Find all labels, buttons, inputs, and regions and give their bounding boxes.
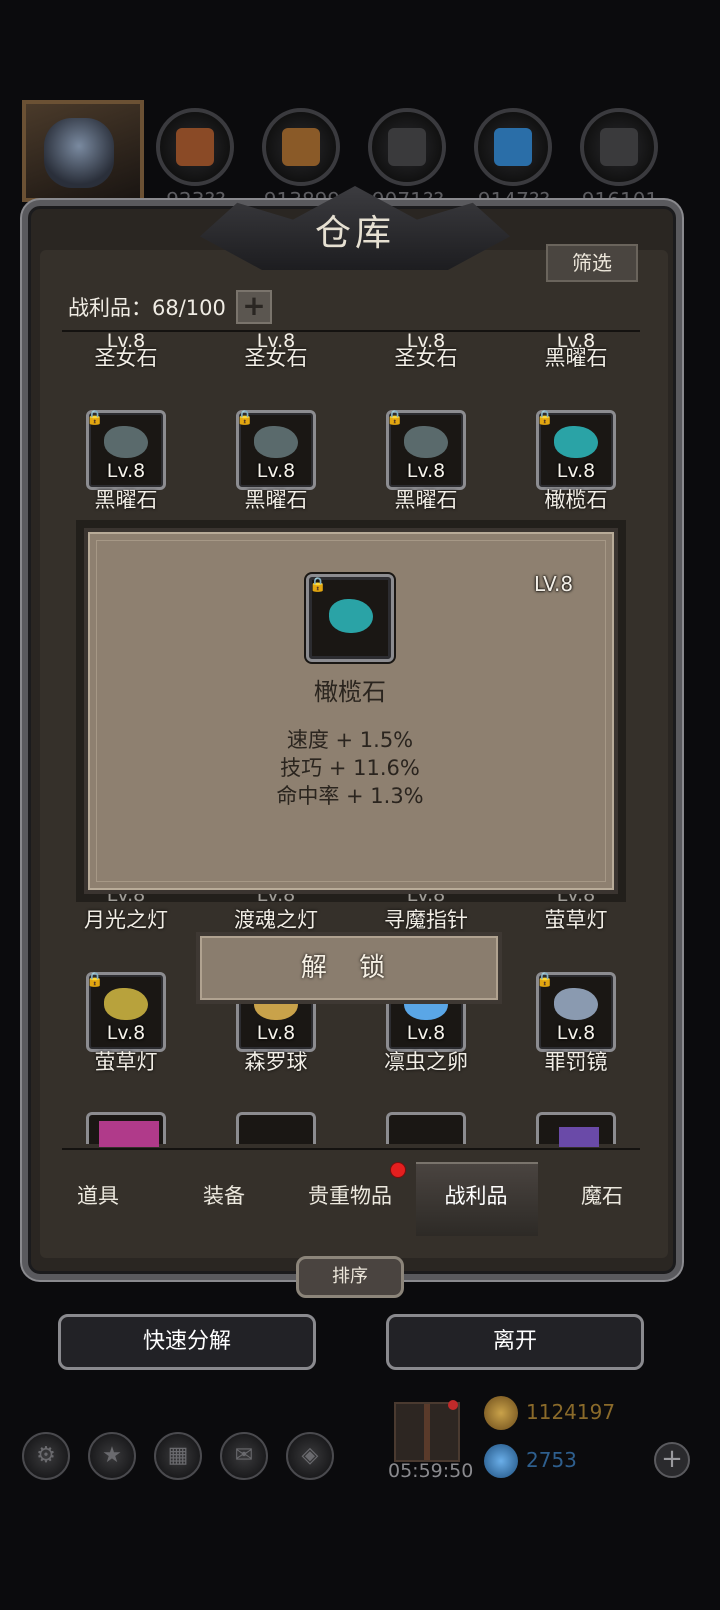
mirror-icon bbox=[554, 988, 598, 1020]
sort-button[interactable]: 排序 bbox=[296, 1256, 404, 1298]
lock-icon: 🔒 bbox=[86, 972, 104, 988]
tab-equipment[interactable]: 装备 bbox=[164, 1180, 284, 1210]
loot-count: 战利品：68/100 bbox=[68, 296, 226, 320]
item-level: Lv.8 bbox=[556, 460, 596, 482]
item-level: Lv.8 bbox=[106, 1022, 146, 1044]
item-name: 萤草灯 bbox=[94, 1050, 158, 1074]
popup-level: LV.8 bbox=[534, 572, 574, 596]
item-name: 萤草灯 bbox=[544, 908, 608, 932]
olivine-icon bbox=[554, 426, 598, 458]
inventory-slot[interactable]: 🔒 Lv.8 bbox=[86, 410, 166, 490]
expand-capacity-button[interactable]: + bbox=[236, 290, 272, 324]
lantern-icon bbox=[104, 988, 148, 1020]
lock-icon: 🔒 bbox=[386, 410, 404, 426]
inventory-slot[interactable]: 🔒 Lv.8 bbox=[536, 972, 616, 1052]
resource-orb-5[interactable] bbox=[580, 108, 658, 186]
quick-decompose-button[interactable]: 快速分解 bbox=[58, 1314, 316, 1370]
lock-icon: 🔒 bbox=[536, 972, 554, 988]
item-name: 渡魂之灯 bbox=[234, 908, 318, 932]
achievement-icon[interactable]: ★ bbox=[88, 1432, 136, 1480]
stat-line: 技巧 + 11.6% bbox=[280, 756, 420, 780]
gem-amount: 2753 bbox=[526, 1448, 577, 1472]
stat-line: 速度 + 1.5% bbox=[286, 728, 414, 752]
unlock-button[interactable]: 解 锁 bbox=[196, 932, 502, 1004]
page-title: 仓库 bbox=[314, 213, 395, 254]
stat-line: 命中率 + 1.3% bbox=[276, 784, 424, 808]
guild-icon[interactable]: ▦ bbox=[154, 1432, 202, 1480]
player-avatar[interactable] bbox=[22, 100, 144, 202]
gold-coin-icon bbox=[484, 1396, 518, 1430]
lock-icon: 🔒 bbox=[86, 410, 104, 426]
inventory-slot[interactable]: 🔒 Lv.8 bbox=[86, 972, 166, 1052]
lock-icon: 🔒 bbox=[536, 410, 554, 426]
item-name: 凛虫之卵 bbox=[384, 1050, 468, 1074]
inventory-slot[interactable] bbox=[86, 1112, 166, 1147]
lock-icon: 🔒 bbox=[236, 410, 254, 426]
item-name: 罪罚镜 bbox=[544, 1050, 608, 1074]
item-name: 橄榄石 bbox=[544, 488, 608, 512]
map-icon[interactable]: ◈ bbox=[286, 1432, 334, 1480]
item-level: Lv.8 bbox=[256, 1022, 296, 1044]
leave-button[interactable]: 离开 bbox=[386, 1314, 644, 1370]
item-level: Lv.8 bbox=[256, 460, 296, 482]
inventory-slot[interactable] bbox=[536, 1112, 616, 1147]
bottom-divider bbox=[62, 1148, 640, 1150]
inventory-slot[interactable]: 🔒 Lv.8 bbox=[386, 410, 466, 490]
obsidian-icon bbox=[104, 426, 148, 458]
gift-icon[interactable] bbox=[394, 1400, 460, 1462]
gift-timer: 05:59:50 bbox=[388, 1460, 474, 1482]
item-name: 圣女石 bbox=[394, 346, 458, 370]
item-name: 寻魔指针 bbox=[384, 908, 468, 932]
filter-button[interactable]: 筛选 bbox=[546, 244, 638, 282]
item-level: Lv.8 bbox=[406, 460, 446, 482]
inventory-slot[interactable] bbox=[236, 1112, 316, 1144]
tab-magic-stones[interactable]: 魔石 bbox=[542, 1180, 662, 1210]
tab-items[interactable]: 道具 bbox=[38, 1180, 158, 1210]
mail-icon[interactable]: ✉ bbox=[220, 1432, 268, 1480]
lock-icon: 🔒 bbox=[309, 577, 327, 593]
resource-orb-2[interactable] bbox=[262, 108, 340, 186]
resource-orb-1[interactable] bbox=[156, 108, 234, 186]
item-name: 黑曜石 bbox=[544, 346, 608, 370]
inventory-slot-selected[interactable]: 🔒 Lv.8 bbox=[536, 410, 616, 490]
obsidian-icon bbox=[254, 426, 298, 458]
item-level: Lv.8 bbox=[406, 1022, 446, 1044]
item-name: 黑曜石 bbox=[94, 488, 158, 512]
obsidian-icon bbox=[404, 426, 448, 458]
avatar-portrait bbox=[44, 118, 114, 188]
add-currency-button[interactable]: + bbox=[654, 1442, 690, 1478]
olivine-icon bbox=[329, 599, 373, 633]
resource-orb-3[interactable] bbox=[368, 108, 446, 186]
gold-amount: 1124197 bbox=[526, 1400, 616, 1424]
item-name: 圣女石 bbox=[244, 346, 308, 370]
popup-item-name: 橄榄石 bbox=[314, 678, 386, 706]
settings-icon[interactable]: ⚙ bbox=[22, 1432, 70, 1480]
inventory-slot[interactable] bbox=[386, 1112, 466, 1144]
item-level: Lv.8 bbox=[556, 1022, 596, 1044]
resource-orb-4[interactable] bbox=[474, 108, 552, 186]
gem-icon bbox=[484, 1444, 518, 1478]
item-name: 黑曜石 bbox=[394, 488, 458, 512]
inventory-slot[interactable]: 🔒 Lv.8 bbox=[236, 410, 316, 490]
tab-loot[interactable]: 战利品 bbox=[416, 1180, 536, 1210]
popup-item-slot: 🔒 bbox=[306, 574, 394, 662]
item-name: 月光之灯 bbox=[84, 908, 168, 932]
item-name: 森罗球 bbox=[244, 1050, 308, 1074]
item-level: Lv.8 bbox=[106, 460, 146, 482]
tab-valuables[interactable]: 贵重物品 bbox=[290, 1180, 410, 1210]
item-name: 黑曜石 bbox=[244, 488, 308, 512]
notification-dot bbox=[390, 1162, 406, 1178]
item-name: 圣女石 bbox=[94, 346, 158, 370]
